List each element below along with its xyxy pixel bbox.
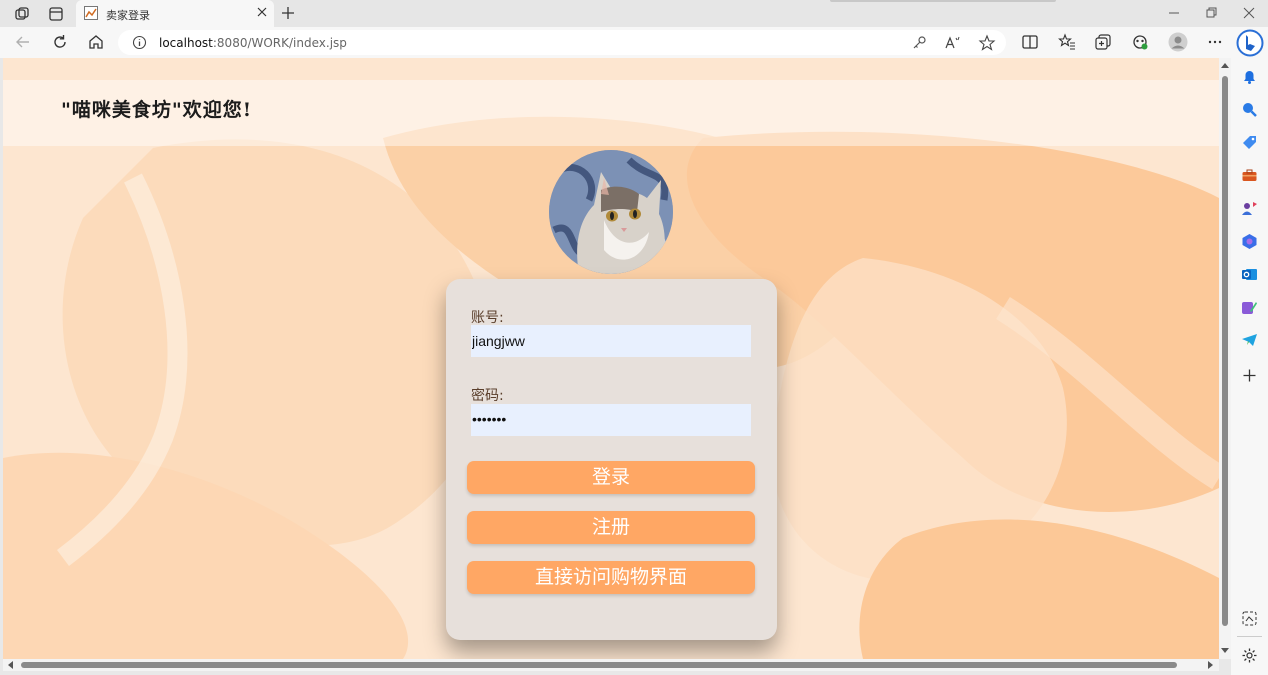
favorites-icon[interactable] [1058,33,1076,51]
site-info-icon[interactable] [132,35,147,50]
close-window-icon[interactable] [1243,7,1255,19]
direct-access-button[interactable]: 直接访问购物界面 [467,561,755,594]
read-aloud-icon[interactable] [944,34,962,52]
browser-toolbar: localhost:8080/WORK/index.jsp [0,27,1268,58]
toolbox-icon[interactable] [1241,167,1258,184]
more-icon[interactable] [1206,33,1224,51]
scroll-down-icon[interactable] [1221,646,1229,654]
password-input[interactable]: ••••••• [471,404,751,436]
restore-icon[interactable] [1205,7,1217,19]
horizontal-scroll-thumb[interactable] [21,662,1177,668]
account-label: 账号: [471,310,504,326]
login-button[interactable]: 登录 [467,461,755,494]
minimize-icon[interactable] [1168,7,1180,19]
games-icon[interactable] [1241,200,1258,217]
designer-icon[interactable] [1241,299,1258,316]
close-tab-icon[interactable] [256,6,268,18]
vertical-scrollbar[interactable] [1219,58,1231,659]
bell-icon[interactable] [1241,68,1258,85]
url-text[interactable]: localhost:8080/WORK/index.jsp [159,36,347,50]
tab-title: 卖家登录 [106,9,150,22]
microsoft365-icon[interactable] [1241,233,1258,250]
account-input[interactable] [471,325,751,357]
search-icon[interactable] [1241,101,1258,118]
profile-icon[interactable] [1168,32,1188,52]
horizontal-scrollbar[interactable] [3,659,1219,671]
key-icon[interactable] [910,34,928,52]
password-label: 密码: [471,388,504,404]
scroll-right-icon[interactable] [1206,661,1214,669]
add-icon[interactable] [1241,367,1258,384]
tab-drag-strip [830,0,1056,2]
telegram-icon[interactable] [1241,332,1258,349]
register-button[interactable]: 注册 [467,511,755,544]
scroll-left-icon[interactable] [7,661,15,669]
refresh-icon[interactable] [51,33,69,51]
scroll-up-icon[interactable] [1221,62,1229,70]
new-tab-icon[interactable] [280,5,296,21]
workspaces-icon[interactable] [13,5,31,23]
url-host: localhost [159,36,213,50]
copilot-icon[interactable] [1236,29,1264,57]
tab-bar: 卖家登录 [0,0,1268,27]
tag-icon[interactable] [1241,134,1258,151]
outlook-icon[interactable] [1241,266,1258,283]
cat-image [549,150,673,274]
home-icon[interactable] [87,33,105,51]
login-card: 账号: 密码: ••••••• 登录 注册 直接访问购物界面 [446,279,777,640]
url-path: :8080/WORK/index.jsp [212,36,347,50]
page-viewport: "喵咪美食坊"欢迎您! 账号: 密码: ••••••• 登录 注册 直接访问购物… [3,58,1219,659]
address-bar[interactable]: localhost:8080/WORK/index.jsp [118,30,1006,55]
favorite-star-icon[interactable] [978,34,996,52]
vertical-scroll-thumb[interactable] [1222,76,1228,626]
welcome-heading: "喵咪美食坊"欢迎您! [61,99,253,121]
screenshot-icon[interactable] [1241,610,1258,627]
cat-avatar [549,150,673,274]
edge-sidebar [1231,58,1268,675]
back-icon[interactable] [14,33,32,51]
extensions-icon[interactable] [1131,33,1149,51]
sidebar-divider [1237,636,1262,637]
page-favicon-icon [84,6,98,20]
settings-icon[interactable] [1241,647,1258,664]
split-screen-icon[interactable] [1021,33,1039,51]
collections-icon[interactable] [1094,33,1112,51]
tab-actions-icon[interactable] [47,5,65,23]
tab-active[interactable]: 卖家登录 [76,0,274,27]
